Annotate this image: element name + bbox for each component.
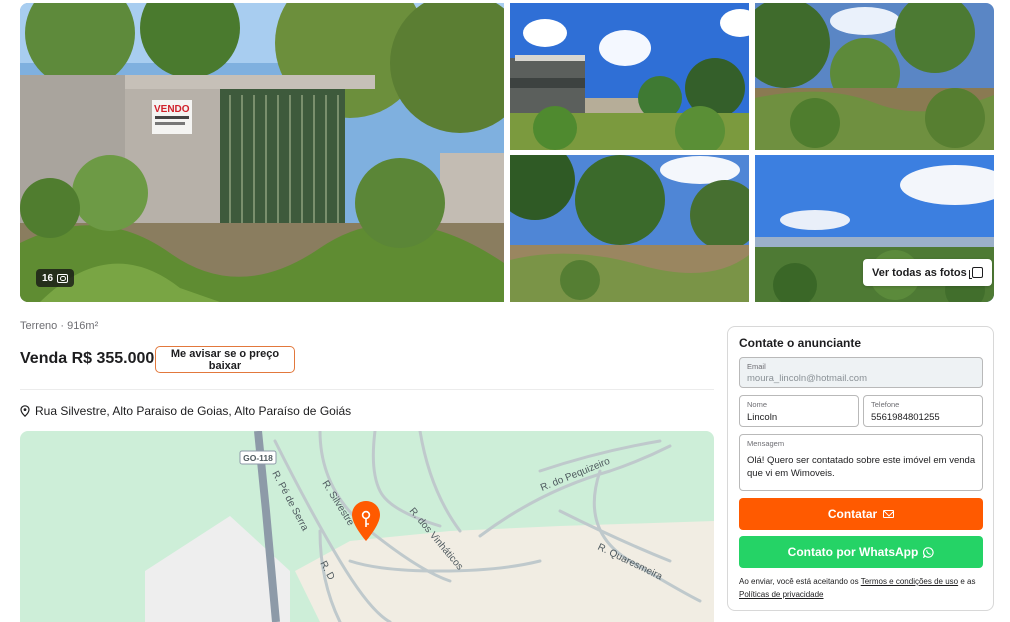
message-field-label: Mensagem	[747, 439, 785, 448]
thumbnail-photo-3-image	[510, 155, 749, 302]
terms-notice: Ao enviar, você está aceitando os Termos…	[739, 575, 985, 601]
thumbnail-photo-2[interactable]	[755, 3, 994, 150]
whatsapp-button[interactable]: Contato por WhatsApp	[739, 536, 983, 568]
message-field[interactable]: Mensagem Olá! Quero ser contatado sobre …	[739, 434, 983, 491]
location-pin-icon	[20, 405, 30, 417]
thumbnail-photo-3[interactable]	[510, 155, 749, 302]
thumbnail-photo-1-image	[510, 3, 749, 150]
privacy-link[interactable]: Políticas de privacidade	[739, 590, 824, 599]
contact-button-label: Contatar	[827, 507, 878, 521]
property-type: Terreno · 916m²	[20, 320, 99, 332]
gallery-icon	[968, 267, 983, 279]
price-alert-button[interactable]: Me avisar se o preço baixar	[155, 346, 295, 373]
listing-price: Venda R$ 355.000	[20, 350, 155, 367]
phone-input[interactable]	[871, 412, 976, 423]
email-input[interactable]	[747, 373, 972, 384]
sign-text: VENDO	[154, 104, 190, 115]
main-photo[interactable]: VENDO 16	[20, 3, 504, 302]
view-all-photos-label: Ver todas as fotos	[872, 266, 967, 279]
name-field[interactable]: Nome	[739, 395, 859, 427]
email-field-label: Email	[747, 362, 766, 371]
terms-link[interactable]: Termos e condições de uso	[861, 577, 958, 586]
name-field-label: Nome	[747, 400, 768, 409]
location-map[interactable]: GO-118 R. Pé de Serra R. Silvestre R. do…	[20, 431, 714, 622]
section-divider	[20, 389, 714, 390]
whatsapp-button-label: Contato por WhatsApp	[787, 545, 919, 559]
email-field[interactable]: Email	[739, 357, 983, 388]
map-canvas: GO-118 R. Pé de Serra R. Silvestre R. do…	[20, 431, 714, 622]
listing-address: Rua Silvestre, Alto Paraiso de Goias, Al…	[20, 404, 351, 418]
contact-card-title: Contate o anunciante	[739, 336, 862, 350]
photo-gallery: VENDO 16 Ver todas as fotos	[20, 3, 994, 302]
phone-field[interactable]: Telefone	[863, 395, 983, 427]
terms-middle: e as	[960, 577, 976, 586]
phone-field-label: Telefone	[871, 400, 900, 409]
view-all-photos-button[interactable]: Ver todas as fotos	[863, 259, 992, 286]
address-text: Rua Silvestre, Alto Paraiso de Goias, Al…	[35, 404, 352, 418]
terms-prefix: Ao enviar, você está aceitando os	[739, 577, 859, 586]
photo-count-value: 16	[42, 272, 54, 284]
main-photo-image: VENDO	[20, 3, 504, 302]
message-textarea[interactable]: Olá! Quero ser contatado sobre este imóv…	[747, 454, 979, 488]
camera-icon	[57, 273, 69, 283]
whatsapp-icon	[923, 546, 934, 558]
contact-button[interactable]: Contatar	[739, 498, 983, 530]
mail-icon	[883, 510, 895, 518]
highway-shield-label: GO-118	[243, 453, 273, 463]
thumbnail-photo-2-image	[755, 3, 994, 150]
contact-card: Contate o anunciante Email Nome Telefone…	[727, 326, 994, 611]
photo-count-badge: 16	[36, 269, 75, 287]
thumbnail-photo-1[interactable]	[510, 3, 749, 150]
name-input[interactable]	[747, 412, 852, 423]
